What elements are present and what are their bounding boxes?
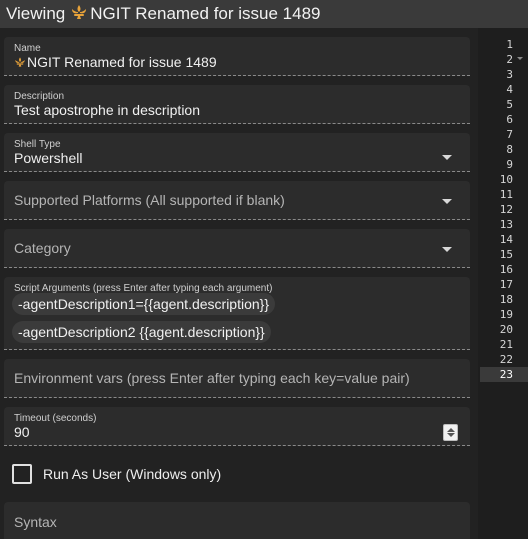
timeout-value: 90 xyxy=(14,424,30,440)
category-select[interactable]: Category xyxy=(4,229,470,268)
name-value: NGIT Renamed for issue 1489 xyxy=(14,54,217,70)
line-number: 11 xyxy=(499,188,513,201)
line-number: 14 xyxy=(499,233,513,246)
line-number: 13 xyxy=(499,218,513,231)
stepper-up-icon[interactable] xyxy=(447,428,455,432)
stepper-down-icon[interactable] xyxy=(447,433,455,437)
line-number: 4 xyxy=(506,83,513,96)
description-label: Description xyxy=(14,91,65,102)
run-as-user-checkbox[interactable] xyxy=(12,464,32,484)
category-placeholder: Category xyxy=(14,240,71,256)
line-number: 20 xyxy=(499,323,513,336)
name-label: Name xyxy=(14,43,41,54)
description-field[interactable]: Description Test apostrophe in descripti… xyxy=(4,85,470,124)
line-number: 10 xyxy=(499,173,513,186)
run-as-user-label: Run As User (Windows only) xyxy=(43,466,222,482)
timeout-label: Timeout (seconds) xyxy=(14,413,97,424)
line-number: 12 xyxy=(499,203,513,216)
run-as-user-row[interactable]: Run As User (Windows only) xyxy=(12,464,221,484)
line-number: 18 xyxy=(499,293,513,306)
script-form: Name NGIT Renamed for issue 1489 Descrip… xyxy=(0,28,478,539)
line-number: 22 xyxy=(499,353,513,366)
line-number: 8 xyxy=(506,143,513,156)
chevron-down-icon[interactable] xyxy=(442,247,452,252)
line-number: 21 xyxy=(499,338,513,351)
name-field[interactable]: Name NGIT Renamed for issue 1489 xyxy=(4,37,470,76)
description-value: Test apostrophe in description xyxy=(14,102,200,118)
script-arguments-field[interactable]: Script Arguments (press Enter after typi… xyxy=(4,277,470,350)
line-number: 19 xyxy=(499,308,513,321)
line-number: 5 xyxy=(506,98,513,111)
line-number: 17 xyxy=(499,278,513,291)
syntax-placeholder: Syntax xyxy=(14,514,57,530)
argument-chip[interactable]: -agentDescription1={{agent.description}} xyxy=(12,293,276,315)
line-number-gutter: 1 2 3 4 5 6 7 8 9 10 11 12 13 14 15 16 17 18 19 20 21 22 23 xyxy=(480,37,528,382)
line-number: 9 xyxy=(506,158,513,171)
line-number: 15 xyxy=(499,248,513,261)
line-number: 1 xyxy=(506,38,513,51)
argument-chip[interactable]: -agentDescription2 {{agent.description}} xyxy=(12,321,271,343)
chevron-down-icon[interactable] xyxy=(442,155,452,160)
supported-platforms-select[interactable]: Supported Platforms (All supported if bl… xyxy=(4,181,470,220)
supported-platforms-placeholder: Supported Platforms (All supported if bl… xyxy=(14,192,285,208)
environment-vars-field[interactable]: Environment vars (press Enter after typi… xyxy=(4,359,470,398)
syntax-field[interactable]: Syntax xyxy=(4,502,470,539)
environment-vars-placeholder: Environment vars (press Enter after typi… xyxy=(14,370,410,386)
fold-caret-icon[interactable] xyxy=(517,57,523,60)
chevron-down-icon[interactable] xyxy=(442,199,452,204)
window-title: NGIT Renamed for issue 1489 xyxy=(90,4,321,23)
fleur-de-lis-icon xyxy=(15,57,25,67)
line-number: 23 xyxy=(480,367,528,382)
shell-type-select[interactable]: Shell Type Powershell xyxy=(4,133,470,172)
timeout-stepper[interactable] xyxy=(443,424,458,441)
fleur-de-lis-icon xyxy=(70,4,88,25)
line-number: 7 xyxy=(506,128,513,141)
title-prefix: Viewing xyxy=(6,4,66,23)
name-text: NGIT Renamed for issue 1489 xyxy=(27,54,217,70)
window-title-bar: Viewing NGIT Renamed for issue 1489 xyxy=(0,0,528,28)
shell-type-value: Powershell xyxy=(14,150,83,166)
shell-type-label: Shell Type xyxy=(14,139,61,150)
timeout-field[interactable]: Timeout (seconds) 90 xyxy=(4,407,470,446)
script-viewer-window: Viewing NGIT Renamed for issue 1489 Name xyxy=(0,0,528,539)
line-number: 6 xyxy=(506,113,513,126)
line-number: 16 xyxy=(499,263,513,276)
line-number: 3 xyxy=(506,68,513,81)
